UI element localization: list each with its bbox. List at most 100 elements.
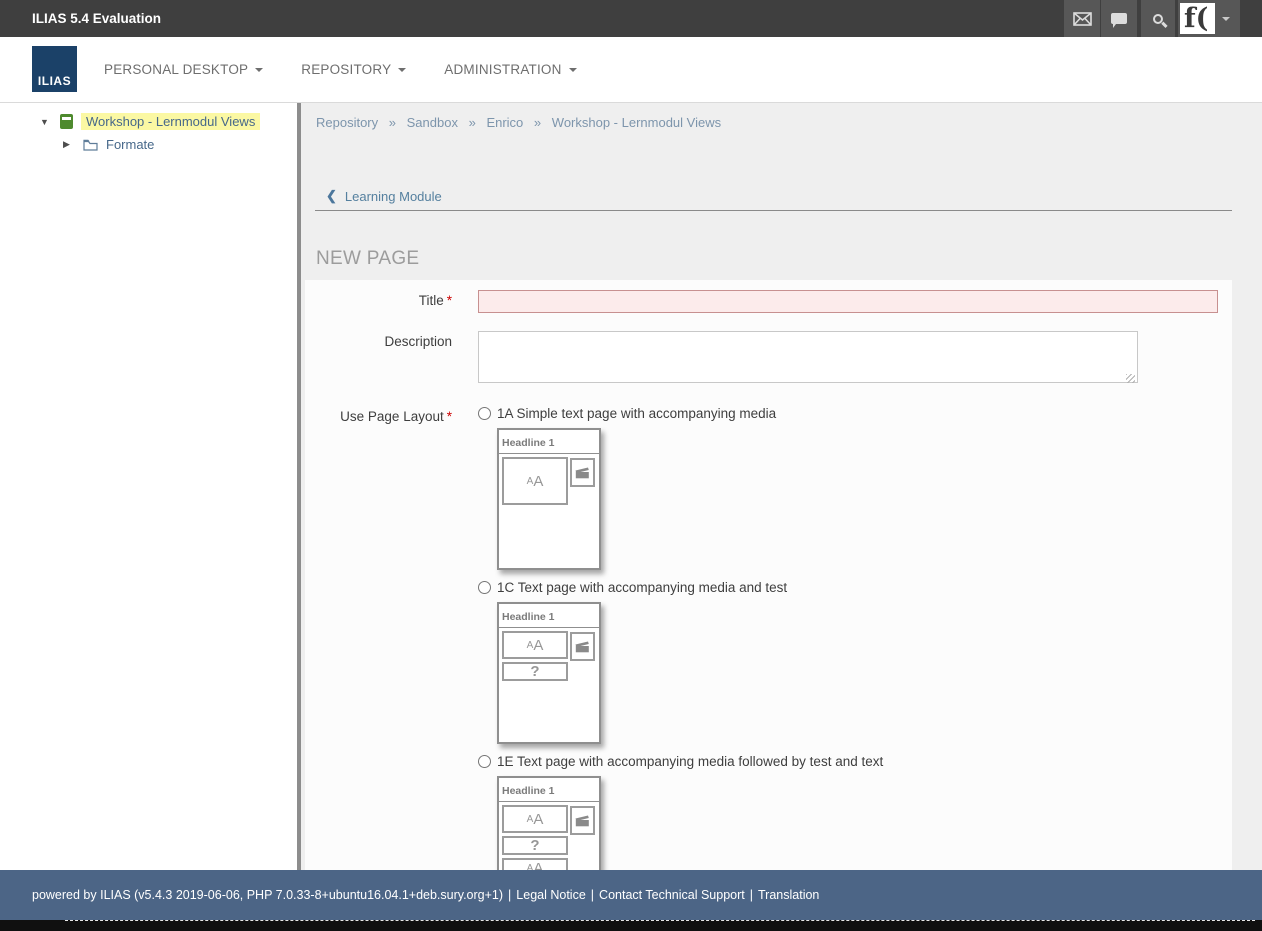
breadcrumb-separator: » [469,115,476,130]
layout-option-1e: 1E Text page with accompanying media fol… [478,754,883,870]
user-menu-button[interactable]: f( [1178,0,1240,37]
description-label: Description [305,331,478,388]
layout-option-1a: 1A Simple text page with accompanying me… [478,406,883,570]
app-title: ILIAS 5.4 Evaluation [32,11,161,26]
layout-1c-label[interactable]: 1C Text page with accompanying media and… [497,580,787,595]
media-block-icon [570,632,595,661]
folder-icon [83,139,98,151]
avatar: f( [1180,3,1215,34]
new-page-form: Title* Description Use Page Lay [305,280,1232,870]
expander-open-icon[interactable]: ▼ [40,117,53,127]
chat-icon [1111,13,1127,24]
preview-headline: Headline 1 [499,778,599,802]
layout-options: 1A Simple text page with accompanying me… [478,406,883,870]
content-area: Repository » Sandbox » Enrico » Workshop… [301,103,1262,870]
layout-option-1c: 1C Text page with accompanying media and… [478,580,883,744]
title-row: Title* [305,290,1232,313]
footer-separator: | [591,888,594,902]
tree-item-workshop-label[interactable]: Workshop - Lernmodul Views [81,113,260,130]
title-label: Title* [305,290,478,313]
page-title: NEW PAGE [316,248,1262,270]
breadcrumb-current[interactable]: Workshop - Lernmodul Views [552,115,721,130]
chevron-down-icon [255,68,263,76]
footer: powered by ILIAS (v5.4.3 2019-06-06, PHP… [0,870,1262,920]
title-control [478,290,1218,313]
ilias-logo[interactable]: ILIAS [32,46,77,92]
nav-administration[interactable]: ADMINISTRATION [444,62,576,77]
main-nav: PERSONAL DESKTOP REPOSITORY ADMINISTRATI… [104,62,577,77]
preview-body: AA ? AA [499,802,599,870]
learning-module-icon [60,114,73,129]
layout-1a-label[interactable]: 1A Simple text page with accompanying me… [497,406,776,421]
text-block-icon: AA [502,457,568,505]
layout-row: Use Page Layout* 1A Simple text page wit… [305,406,1232,870]
required-marker: * [447,409,452,424]
layout-1a-radio[interactable] [478,407,491,420]
preview-headline: Headline 1 [499,604,599,628]
layout-label: Use Page Layout* [305,406,478,870]
breadcrumb-repository[interactable]: Repository [316,115,378,130]
breadcrumb-separator: » [534,115,541,130]
nav-repository[interactable]: REPOSITORY [301,62,406,77]
footer-separator: | [508,888,511,902]
mail-icon [1073,12,1092,26]
layout-1e-preview[interactable]: Headline 1 AA ? AA [497,776,601,870]
chevron-left-icon: ❮ [326,188,337,204]
tree-item-formate: ▶ Formate [63,137,297,152]
media-block-icon [570,458,595,487]
layout-option-1c-line: 1C Text page with accompanying media and… [478,580,883,595]
main-area: ▼ Workshop - Lernmodul Views ▶ Formate R… [0,103,1262,870]
tree-item-workshop: ▼ Workshop - Lernmodul Views [40,113,297,130]
layout-1e-label[interactable]: 1E Text page with accompanying media fol… [497,754,883,769]
focus-outline [65,920,1255,921]
breadcrumb-separator: » [389,115,396,130]
translation-link[interactable]: Translation [758,888,819,902]
layout-1e-radio[interactable] [478,755,491,768]
question-block-icon: ? [502,836,568,855]
legal-notice-link[interactable]: Legal Notice [516,888,586,902]
bottom-bar [0,920,1262,931]
description-input[interactable] [478,331,1138,383]
text-block-icon: AA [502,858,568,870]
topbar-icon-group: f( [1064,0,1240,37]
title-input[interactable] [478,290,1218,313]
text-block-icon: AA [502,631,568,659]
resize-grip-icon[interactable] [1126,374,1135,383]
search-button[interactable] [1141,0,1175,37]
description-row: Description [305,331,1232,388]
back-to-learning-module-link[interactable]: ❮ Learning Module [326,188,1262,204]
search-icon [1153,14,1163,24]
layout-1a-preview[interactable]: Headline 1 AA [497,428,601,570]
chevron-down-icon [1222,17,1230,25]
preview-headline: Headline 1 [499,430,599,454]
contact-support-link[interactable]: Contact Technical Support [599,888,745,902]
avatar-initials: f( [1184,5,1208,32]
chevron-down-icon [569,68,577,76]
divider-line [315,210,1232,211]
layout-1c-preview[interactable]: Headline 1 AA ? [497,602,601,744]
chevron-down-icon [398,68,406,76]
footer-separator: | [750,888,753,902]
top-bar: ILIAS 5.4 Evaluation f( [0,0,1262,37]
powered-by-text: powered by ILIAS (v5.4.3 2019-06-06, PHP… [32,888,503,902]
chat-button[interactable] [1101,0,1137,37]
layout-option-1a-line: 1A Simple text page with accompanying me… [478,406,883,421]
mail-button[interactable] [1064,0,1100,37]
main-header: ILIAS PERSONAL DESKTOP REPOSITORY ADMINI… [0,37,1262,103]
preview-body: AA ? [499,628,599,687]
repository-tree-sidebar: ▼ Workshop - Lernmodul Views ▶ Formate [0,103,297,870]
expander-closed-icon[interactable]: ▶ [63,139,76,150]
description-control [478,331,1138,388]
breadcrumb-sandbox[interactable]: Sandbox [407,115,458,130]
breadcrumb-enrico[interactable]: Enrico [486,115,523,130]
breadcrumb: Repository » Sandbox » Enrico » Workshop… [316,115,1262,130]
text-block-icon: AA [502,805,568,833]
media-block-icon [570,806,595,835]
layout-option-1e-line: 1E Text page with accompanying media fol… [478,754,883,769]
back-link-label: Learning Module [345,189,442,204]
nav-personal-desktop[interactable]: PERSONAL DESKTOP [104,62,263,77]
layout-1c-radio[interactable] [478,581,491,594]
required-marker: * [447,293,452,308]
question-block-icon: ? [502,662,568,681]
tree-item-formate-label[interactable]: Formate [106,137,154,152]
